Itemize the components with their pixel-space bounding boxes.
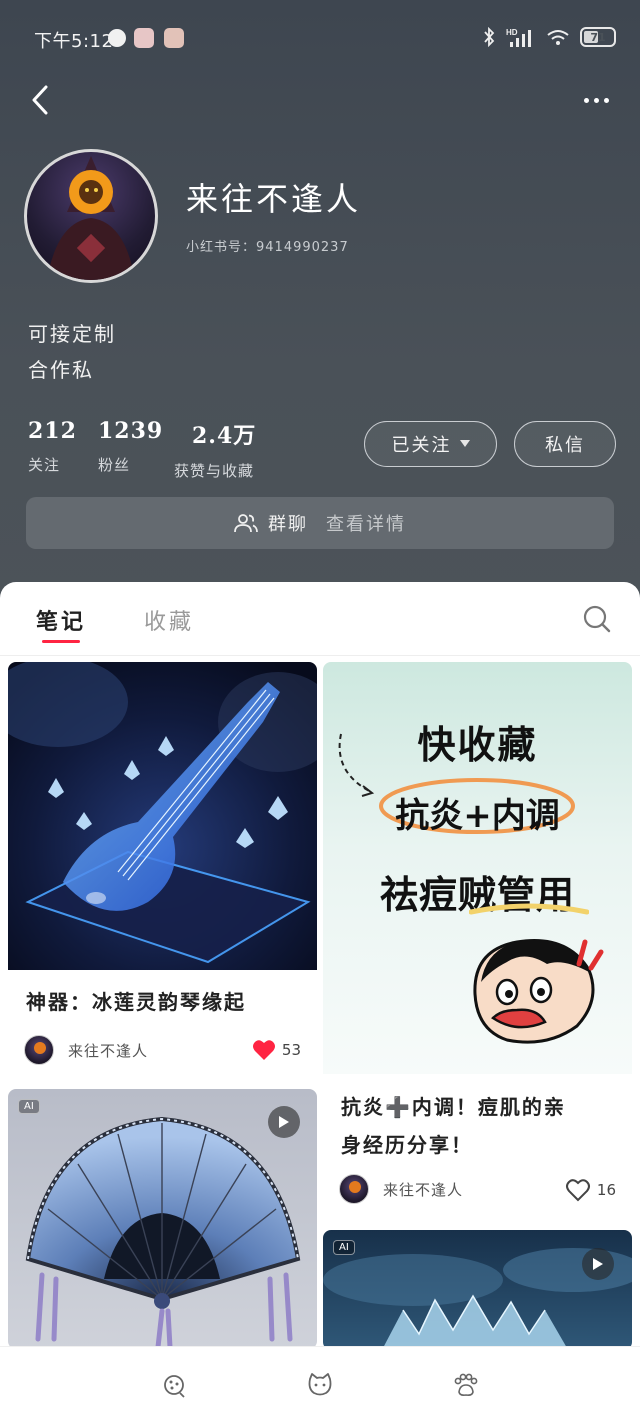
wifi-icon — [547, 30, 569, 45]
stat-likes-and-saves[interactable]: 2.4万 获赞与收藏 — [174, 418, 256, 481]
like-count: 53 — [281, 1041, 301, 1059]
following-button[interactable]: 已关注 — [364, 421, 497, 467]
stat-following[interactable]: 212 关注 — [28, 418, 77, 475]
note-title: 神器：冰莲灵韵琴缘起 — [26, 990, 246, 1014]
cookie-icon[interactable] — [160, 1371, 188, 1399]
stat-label: 粉丝 — [98, 456, 131, 474]
author-avatar — [24, 1035, 54, 1065]
caret-down-icon — [459, 440, 470, 447]
heart-filled-icon — [252, 1040, 275, 1060]
search-icon[interactable] — [582, 604, 612, 634]
underline-swash-icon — [469, 903, 589, 915]
chevron-left-icon — [32, 85, 48, 115]
note-cover-image — [8, 662, 317, 970]
profile-name: 来往不逢人 — [186, 180, 362, 218]
cover-text-line: 抗炎+内调 — [395, 796, 560, 836]
profile-avatar[interactable] — [24, 149, 158, 283]
tab-notes[interactable]: 笔记 — [36, 604, 86, 636]
app-notification-icon — [164, 28, 184, 48]
ai-badge: AI — [333, 1240, 355, 1255]
note-card[interactable]: AI — [323, 1230, 632, 1350]
more-options-button[interactable] — [578, 82, 614, 118]
ai-badge: AI — [18, 1099, 40, 1114]
active-tab-indicator — [42, 640, 80, 643]
status-time: 下午5:12 — [34, 31, 114, 52]
svg-text:HD: HD — [506, 28, 518, 37]
bio-line: 合作私 — [28, 358, 94, 382]
play-icon — [593, 1258, 603, 1270]
note-cover-image — [323, 1230, 632, 1350]
more-dot-icon — [603, 97, 609, 103]
group-chat-bar[interactable]: 群聊 查看详情 — [26, 497, 614, 549]
profile-id[interactable]: 小红书号：9414990237 — [186, 236, 349, 255]
paw-icon[interactable] — [451, 1371, 479, 1399]
battery-level: 71 — [590, 30, 606, 44]
stat-value: 1239 — [98, 418, 164, 444]
bio-line: 可接定制 — [28, 322, 116, 346]
video-play-button[interactable] — [582, 1248, 614, 1280]
note-author[interactable]: 来往不逢人 — [339, 1174, 463, 1204]
stat-value: 2.4万 — [192, 423, 257, 449]
stat-value: 212 — [28, 418, 77, 444]
status-bar: 下午5:12 HD 71 — [0, 0, 640, 76]
like-count: 16 — [596, 1181, 616, 1199]
app-notification-icon — [134, 28, 154, 48]
app-notification-icon — [108, 29, 126, 47]
video-play-button[interactable] — [268, 1106, 300, 1138]
back-button[interactable] — [26, 82, 54, 118]
stat-followers[interactable]: 1239 粉丝 — [98, 418, 163, 475]
author-name: 来往不逢人 — [68, 1041, 149, 1060]
cartoon-face-icon — [473, 939, 604, 1044]
bluetooth-icon — [484, 27, 495, 47]
note-title-line: 身经历分享！ — [341, 1133, 473, 1157]
top-navigation — [0, 76, 640, 120]
message-button[interactable]: 私信 — [514, 421, 616, 467]
message-label: 私信 — [545, 435, 585, 456]
author-avatar — [339, 1174, 369, 1204]
battery-icon: 71 — [580, 27, 616, 47]
group-chat-detail-link: 查看详情 — [326, 514, 406, 535]
avatar-image — [47, 156, 135, 280]
following-label: 已关注 — [391, 435, 452, 456]
more-dot-icon — [583, 97, 589, 103]
note-title-line: 抗炎➕内调！痘肌的亲 — [341, 1095, 566, 1119]
like-button[interactable]: 16 — [565, 1178, 616, 1202]
note-card[interactable]: AI — [8, 1089, 317, 1349]
tab-favorites[interactable]: 收藏 — [144, 604, 194, 636]
play-icon — [279, 1116, 289, 1128]
cat-icon[interactable] — [306, 1371, 334, 1399]
notes-sheet: 笔记 收藏 神器：冰莲灵韵琴缘起 来往不逢人 53 快收藏 抗炎+内调 祛痘贼管… — [0, 582, 640, 1422]
group-chat-label: 群聊 — [268, 514, 308, 535]
stat-label: 获赞与收藏 — [174, 462, 255, 480]
stat-label: 关注 — [28, 456, 61, 474]
note-card[interactable]: 神器：冰莲灵韵琴缘起 来往不逢人 53 — [8, 662, 317, 1072]
more-dot-icon — [593, 97, 599, 103]
bottom-navigation — [0, 1346, 640, 1422]
group-users-icon — [234, 514, 258, 533]
status-icons: HD 71 — [482, 26, 616, 48]
note-card[interactable]: 快收藏 抗炎+内调 祛痘贼管用 抗炎➕内调！痘肌的亲 身经历分享！ 来往不逢人 … — [323, 662, 632, 1210]
note-author[interactable]: 来往不逢人 — [24, 1035, 148, 1065]
cellular-signal-icon: HD — [506, 28, 531, 47]
note-title: 抗炎➕内调！痘肌的亲 身经历分享！ — [341, 1088, 566, 1164]
content-tabs: 笔记 收藏 — [0, 582, 640, 656]
note-cover-image: 快收藏 抗炎+内调 祛痘贼管用 — [323, 662, 632, 1074]
heart-outline-icon — [565, 1179, 590, 1202]
author-name: 来往不逢人 — [383, 1180, 464, 1199]
like-button[interactable]: 53 — [252, 1039, 301, 1061]
